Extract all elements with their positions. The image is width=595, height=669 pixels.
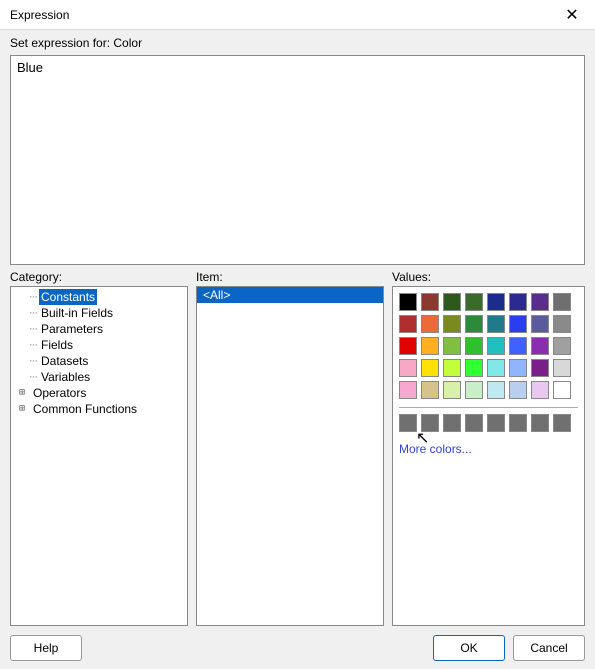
color-swatch[interactable]	[553, 359, 571, 377]
color-swatch[interactable]	[465, 337, 483, 355]
color-swatch[interactable]	[399, 293, 417, 311]
color-swatch[interactable]	[487, 337, 505, 355]
color-swatch[interactable]	[509, 359, 527, 377]
item-column: Item: <All>	[196, 270, 384, 626]
color-swatch[interactable]	[399, 359, 417, 377]
tree-item-label: Variables	[39, 369, 92, 385]
title-bar: Expression ✕	[0, 0, 595, 30]
set-expression-label: Set expression for: Color	[10, 36, 585, 50]
color-swatch[interactable]	[553, 381, 571, 399]
color-swatch[interactable]	[531, 381, 549, 399]
color-swatch[interactable]	[443, 381, 461, 399]
color-swatch[interactable]	[487, 359, 505, 377]
color-swatch[interactable]	[421, 359, 439, 377]
color-swatch[interactable]	[465, 293, 483, 311]
color-swatch[interactable]	[421, 381, 439, 399]
tree-item-label: Operators	[31, 385, 88, 401]
tree-item[interactable]: ···Parameters	[15, 321, 183, 337]
color-swatch[interactable]	[509, 381, 527, 399]
color-swatch[interactable]	[399, 381, 417, 399]
color-swatch[interactable]	[465, 414, 483, 432]
color-swatch[interactable]	[531, 359, 549, 377]
item-list[interactable]: <All>	[197, 287, 383, 303]
color-swatch[interactable]	[399, 414, 417, 432]
color-swatch[interactable]	[487, 293, 505, 311]
color-swatch[interactable]	[509, 337, 527, 355]
grey-palette	[399, 414, 578, 432]
category-label: Category:	[10, 270, 188, 284]
color-swatch[interactable]	[443, 414, 461, 432]
ok-button[interactable]: OK	[433, 635, 505, 661]
category-tree[interactable]: ···Constants···Built-in Fields···Paramet…	[11, 287, 187, 419]
color-swatch[interactable]	[487, 381, 505, 399]
color-swatch[interactable]	[421, 293, 439, 311]
color-palette	[399, 293, 578, 399]
color-swatch[interactable]	[465, 315, 483, 333]
tree-dots-icon: ···	[29, 353, 37, 369]
tree-dots-icon: ···	[29, 369, 37, 385]
tree-item-label: Parameters	[39, 321, 105, 337]
more-colors-link[interactable]: More colors...	[399, 442, 578, 456]
tree-item[interactable]: ···Datasets	[15, 353, 183, 369]
color-swatch[interactable]	[443, 337, 461, 355]
tree-item-label: Constants	[39, 289, 97, 305]
tree-item-label: Fields	[39, 337, 75, 353]
tree-item-label: Common Functions	[31, 401, 139, 417]
columns: Category: ···Constants···Built-in Fields…	[10, 270, 585, 626]
category-column: Category: ···Constants···Built-in Fields…	[10, 270, 188, 626]
color-swatch[interactable]	[553, 337, 571, 355]
tree-item[interactable]: ⊞Common Functions	[15, 401, 183, 417]
tree-dots-icon: ···	[29, 289, 37, 305]
color-swatch[interactable]	[399, 315, 417, 333]
item-panel: <All>	[196, 286, 384, 626]
tree-dots-icon: ···	[29, 321, 37, 337]
tree-item[interactable]: ···Built-in Fields	[15, 305, 183, 321]
color-swatch[interactable]	[531, 315, 549, 333]
color-swatch[interactable]	[531, 293, 549, 311]
tree-dots-icon: ···	[29, 337, 37, 353]
dialog-content: Set expression for: Color Category: ···C…	[0, 30, 595, 669]
color-swatch[interactable]	[531, 414, 549, 432]
color-swatch[interactable]	[465, 359, 483, 377]
color-swatch[interactable]	[553, 315, 571, 333]
close-icon[interactable]: ✕	[559, 2, 585, 28]
color-swatch[interactable]	[553, 293, 571, 311]
color-swatch[interactable]	[487, 414, 505, 432]
cancel-button[interactable]: Cancel	[513, 635, 585, 661]
color-swatch[interactable]	[443, 359, 461, 377]
tree-dots-icon: ···	[29, 305, 37, 321]
color-swatch[interactable]	[487, 315, 505, 333]
tree-item[interactable]: ⊞Operators	[15, 385, 183, 401]
tree-item[interactable]: ···Fields	[15, 337, 183, 353]
expression-input[interactable]	[10, 55, 585, 265]
color-swatch[interactable]	[443, 315, 461, 333]
list-item[interactable]: <All>	[197, 287, 383, 303]
item-label: Item:	[196, 270, 384, 284]
color-swatch[interactable]	[421, 414, 439, 432]
palette-divider	[399, 407, 578, 408]
window-title: Expression	[10, 8, 69, 22]
color-swatch[interactable]	[421, 315, 439, 333]
values-column: Values: More colors...	[392, 270, 585, 626]
color-swatch[interactable]	[509, 293, 527, 311]
values-panel: More colors...	[392, 286, 585, 626]
expand-icon[interactable]: ⊞	[15, 401, 29, 417]
color-swatch[interactable]	[465, 381, 483, 399]
help-button[interactable]: Help	[10, 635, 82, 661]
dialog-footer: Help OK Cancel	[10, 631, 585, 661]
color-swatch[interactable]	[531, 337, 549, 355]
tree-item-label: Built-in Fields	[39, 305, 115, 321]
expand-icon[interactable]: ⊞	[15, 385, 29, 401]
category-panel: ···Constants···Built-in Fields···Paramet…	[10, 286, 188, 626]
color-swatch[interactable]	[421, 337, 439, 355]
color-swatch[interactable]	[443, 293, 461, 311]
color-swatch[interactable]	[509, 414, 527, 432]
tree-item[interactable]: ···Constants	[15, 289, 183, 305]
color-swatch[interactable]	[399, 337, 417, 355]
tree-item[interactable]: ···Variables	[15, 369, 183, 385]
values-label: Values:	[392, 270, 585, 284]
color-swatch[interactable]	[553, 414, 571, 432]
tree-item-label: Datasets	[39, 353, 90, 369]
color-swatch[interactable]	[509, 315, 527, 333]
